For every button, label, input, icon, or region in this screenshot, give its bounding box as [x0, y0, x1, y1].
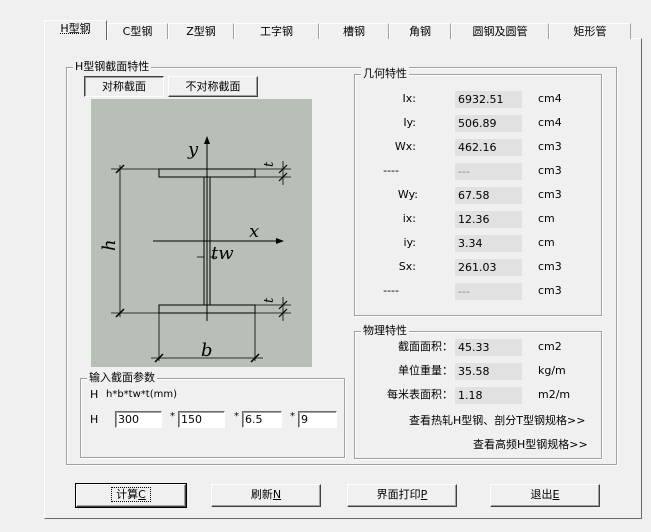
- width-input[interactable]: [178, 411, 225, 428]
- print-label: 界面打印: [376, 488, 421, 501]
- geometry-row: Wx: 462.16 cm3: [354, 138, 602, 156]
- geometry-row: Iy: 506.89 cm4: [354, 114, 602, 132]
- y-axis-label: y: [187, 139, 199, 160]
- calculate-button[interactable]: 计算C: [75, 483, 187, 508]
- physical-unit: kg/m: [538, 364, 566, 377]
- geometry-value: 506.89: [455, 115, 522, 132]
- geometry-label: Iy:: [403, 116, 416, 129]
- geometry-value: 261.03: [455, 259, 522, 276]
- tab-channel[interactable]: 槽钢: [319, 23, 389, 39]
- geometry-label: Sx:: [398, 260, 416, 273]
- geometry-label: Ix:: [402, 92, 416, 105]
- refresh-label: 刷新: [250, 488, 273, 501]
- exit-accelerator: E: [552, 488, 560, 501]
- geometry-value: 6932.51: [455, 91, 522, 108]
- h-label: h: [99, 239, 120, 251]
- tab-round[interactable]: 圆钢及圆管: [451, 23, 549, 39]
- tab-c-steel[interactable]: C型钢: [107, 23, 168, 39]
- geometry-label: Wy:: [397, 188, 418, 201]
- geometry-unit: cm3: [538, 140, 562, 153]
- calc-label: 计算: [116, 488, 139, 501]
- input-group-title: 输入截面参数: [87, 371, 157, 385]
- separator: *: [170, 411, 175, 422]
- geometry-row: ix: 12.36 cm: [354, 210, 602, 228]
- separator: *: [290, 411, 295, 422]
- tab-bar: H型钢 C型钢 Z型钢 工字钢 槽钢 角钢 圆钢及圆管 矩形管: [44, 20, 642, 40]
- b-label: b: [201, 340, 213, 361]
- geometry-row: Wy: 67.58 cm3: [354, 186, 602, 204]
- geometry-unit: cm3: [538, 260, 562, 273]
- flange-thickness-input[interactable]: [298, 411, 337, 428]
- physical-row: 单位重量： 35.58 kg/m: [354, 362, 602, 380]
- geometry-row: iy: 3.34 cm: [354, 234, 602, 252]
- geometry-value: 3.34: [455, 235, 522, 252]
- tw-label: tw: [211, 243, 234, 264]
- tab-label: H型钢: [60, 22, 91, 35]
- geometry-value: ---: [455, 283, 522, 300]
- geometry-row: ---- --- cm3: [354, 162, 602, 180]
- geometry-label: ix:: [402, 212, 416, 225]
- tab-angle[interactable]: 角钢: [389, 23, 451, 39]
- asymmetric-section-button[interactable]: 不对称截面: [168, 76, 258, 97]
- physical-label: 单位重量：: [398, 364, 453, 377]
- physical-row: 截面面积： 45.33 cm2: [354, 338, 602, 356]
- separator: *: [234, 411, 239, 422]
- physical-unit: cm2: [538, 340, 562, 353]
- tab-h-steel[interactable]: H型钢: [44, 20, 107, 40]
- physical-value: 35.58: [455, 363, 522, 380]
- section-group-title: H型钢截面特性: [73, 60, 152, 74]
- symmetric-section-button[interactable]: 对称截面: [84, 76, 164, 97]
- tab-z-steel[interactable]: Z型钢: [168, 23, 234, 39]
- geometry-unit: cm3: [538, 164, 562, 177]
- geometry-group-title: 几何特性: [361, 67, 409, 81]
- physical-label: 截面面积：: [398, 340, 453, 353]
- x-axis-label: x: [249, 221, 259, 242]
- web-thickness-input[interactable]: [242, 411, 282, 428]
- geometry-unit: cm3: [538, 284, 562, 297]
- geometry-label: iy:: [403, 236, 416, 249]
- geometry-label: Wx:: [394, 140, 416, 153]
- tab-rect[interactable]: 矩形管: [549, 23, 631, 39]
- refresh-button[interactable]: 刷新N: [211, 484, 321, 507]
- h-section-drawing: y x tw b h t t: [99, 136, 291, 363]
- high-frequency-spec-link[interactable]: 查看高频H型钢规格>>: [473, 436, 588, 452]
- geometry-value: 12.36: [455, 211, 522, 228]
- focus-indicator: 计算C: [111, 487, 151, 502]
- h-section-diagram: y x tw b h t t: [91, 99, 312, 367]
- tab-i-beam[interactable]: 工字钢: [234, 23, 319, 39]
- row-prefix: H: [90, 413, 99, 426]
- physical-unit: m2/m: [538, 388, 571, 401]
- geometry-unit: cm4: [538, 92, 562, 105]
- height-input[interactable]: [115, 411, 162, 428]
- refresh-accelerator: N: [272, 488, 282, 501]
- format-hint: h*b*tw*t(mm): [106, 389, 177, 400]
- physical-label: 每米表面积：: [387, 388, 453, 401]
- print-button[interactable]: 界面打印P: [347, 484, 457, 507]
- exit-label: 退出: [530, 488, 553, 501]
- geometry-value: ---: [455, 163, 522, 180]
- bottom-t-label: t: [262, 297, 277, 303]
- physical-value: 1.18: [455, 387, 522, 404]
- geometry-value: 462.16: [455, 139, 522, 156]
- geometry-row: Ix: 6932.51 cm4: [354, 90, 602, 108]
- format-prefix: H: [90, 388, 99, 401]
- geometry-unit: cm: [538, 212, 555, 225]
- geometry-label: ----: [383, 284, 399, 297]
- geometry-value: 67.58: [455, 187, 522, 204]
- geometry-unit: cm: [538, 236, 555, 249]
- hot-rolled-spec-link[interactable]: 查看热轧H型钢、剖分T型钢规格>>: [409, 412, 585, 428]
- physical-group-title: 物理特性: [361, 324, 409, 338]
- geometry-unit: cm3: [538, 188, 562, 201]
- geometry-row: ---- --- cm3: [354, 282, 602, 300]
- top-t-label: t: [262, 161, 277, 167]
- geometry-unit: cm4: [538, 116, 562, 129]
- calc-accelerator: C: [138, 488, 146, 501]
- physical-value: 45.33: [455, 339, 522, 356]
- geometry-row: Sx: 261.03 cm3: [354, 258, 602, 276]
- physical-row: 每米表面积： 1.18 m2/m: [354, 386, 602, 404]
- exit-button[interactable]: 退出E: [490, 484, 600, 507]
- geometry-label: ----: [383, 164, 399, 177]
- print-accelerator: P: [420, 488, 428, 501]
